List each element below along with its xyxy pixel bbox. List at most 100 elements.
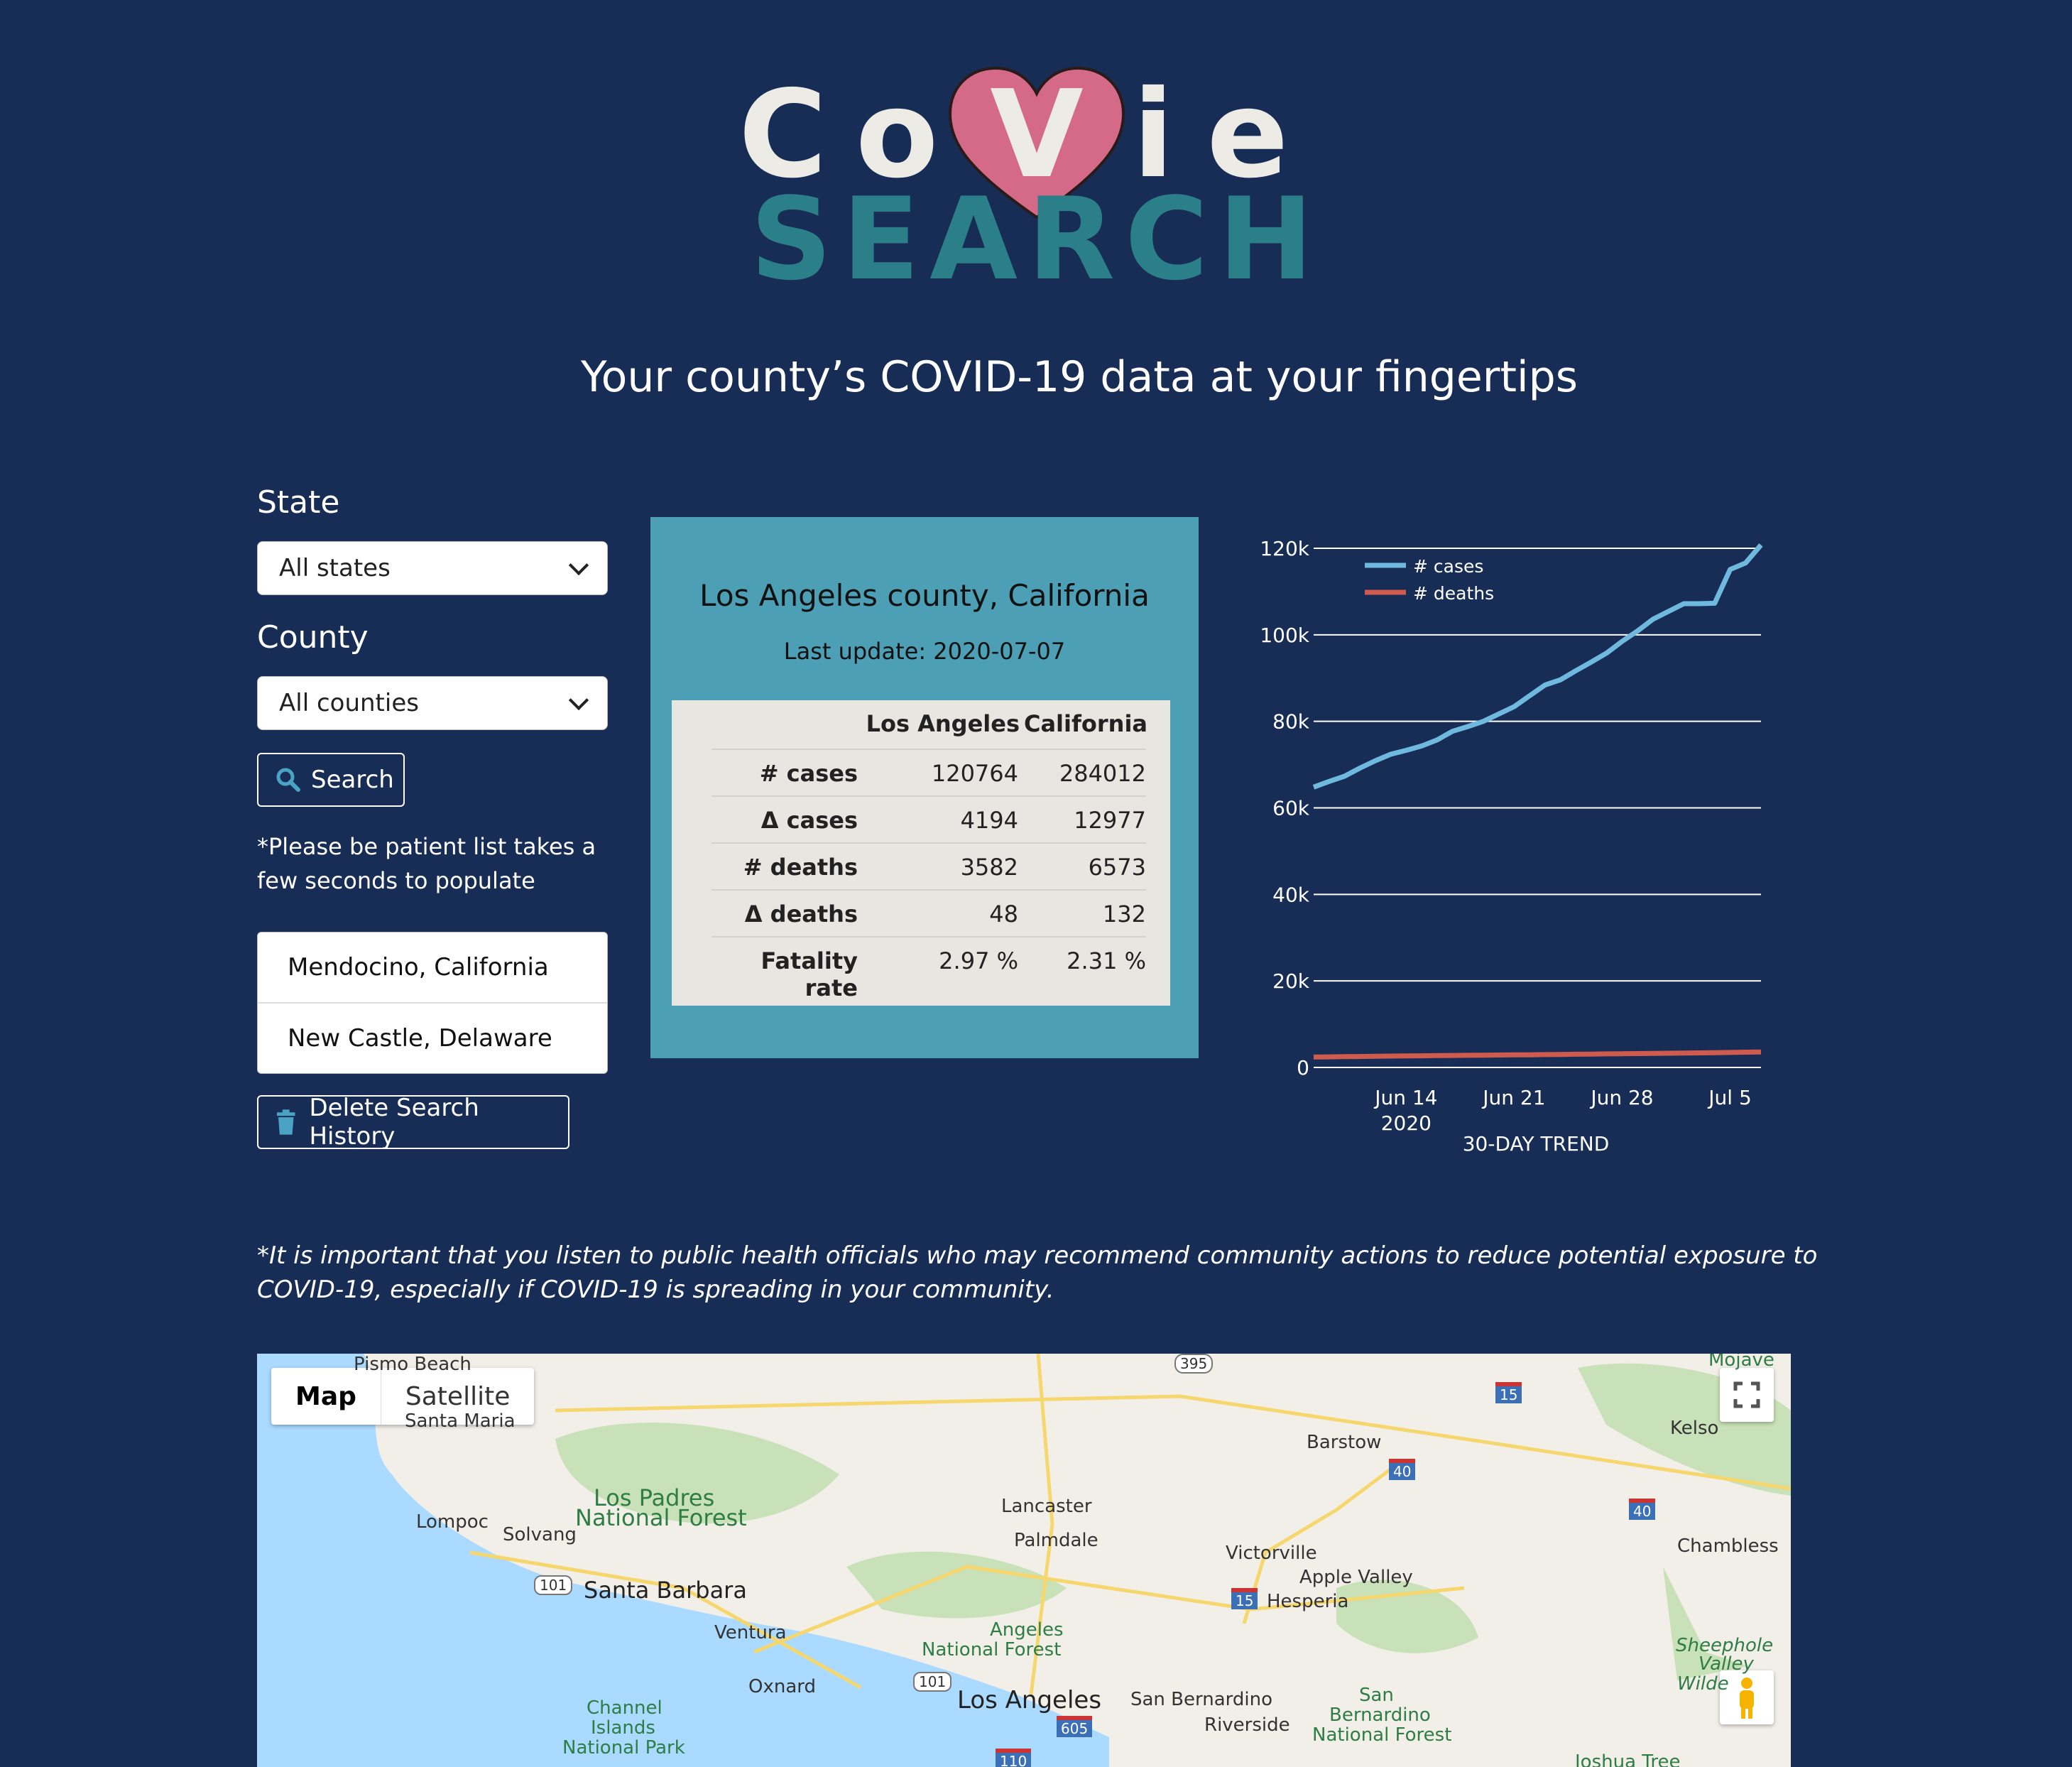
x-tick-label: Jun 21 [1481, 1086, 1545, 1109]
county-info-card: Los Angeles county, California Last upda… [650, 517, 1199, 1058]
county-value: 3582 [960, 854, 1018, 881]
map-label: Lancaster [1001, 1496, 1092, 1517]
state-value: 12977 [1074, 807, 1146, 834]
county-value: 2.97 % [939, 947, 1018, 974]
map-label: Barstow [1307, 1432, 1382, 1453]
map-label: Bernardino [1329, 1705, 1431, 1726]
state-value: 2.31 % [1067, 947, 1146, 974]
map-label: Pismo Beach [354, 1354, 471, 1375]
highway-shield: 101 [534, 1575, 573, 1595]
y-tick-label: 100k [1260, 624, 1309, 647]
state-select[interactable]: All states [257, 541, 608, 595]
row-label: Δ cases [760, 807, 858, 834]
map-label: Santa Barbara [584, 1577, 747, 1604]
row-label: # deaths [743, 854, 858, 881]
map-label: Chambless [1677, 1535, 1779, 1557]
x-tick-sublabel: 2020 [1381, 1111, 1432, 1135]
highway-shield: 605 [1057, 1716, 1093, 1737]
search-button-label: Search [311, 766, 394, 794]
map-label: Channel [587, 1697, 663, 1719]
state-select-value: All states [279, 554, 391, 582]
row-label: Δ deaths [744, 901, 858, 928]
map-label: Santa Maria [405, 1410, 516, 1432]
county-label: County [257, 619, 369, 656]
y-tick-label: 60k [1272, 797, 1310, 820]
chevron-down-icon [568, 690, 589, 711]
column-header-state: California [1023, 710, 1147, 737]
highway-shield: 40 [1629, 1499, 1656, 1520]
highway-shield: 15 [1495, 1382, 1522, 1403]
table-row: Δ cases 4194 12977 [711, 795, 1146, 844]
map-label: Mojave [1708, 1354, 1774, 1371]
map-label: Los Angeles [957, 1686, 1102, 1714]
history-item[interactable]: Mendocino, California [258, 933, 607, 1002]
highway-shield: 101 [913, 1672, 952, 1692]
y-tick-label: 120k [1260, 537, 1309, 560]
search-button[interactable]: Search [257, 753, 405, 807]
y-tick-label: 40k [1272, 883, 1310, 906]
map-label: San [1359, 1685, 1394, 1706]
map-label: National Park [562, 1737, 685, 1758]
trend-chart-svg: 0 20k 40k 60k 80k 100k 120k Jun 142020 Jun 21 Ju… [1260, 537, 1763, 1156]
county-value: 48 [989, 901, 1018, 928]
chart-title: 30-DAY TREND [1463, 1132, 1610, 1156]
map-label: Joshua Tree [1575, 1751, 1681, 1767]
y-tick-label: 20k [1272, 969, 1310, 993]
y-tick-label: 80k [1272, 710, 1310, 734]
row-label: Fatality rate [760, 947, 858, 1001]
last-update: Last update: 2020-07-07 [783, 638, 1066, 665]
legend-label-deaths: # deaths [1413, 583, 1494, 604]
map-label: Islands [591, 1717, 655, 1739]
map-label: Victorville [1226, 1543, 1317, 1564]
search-icon [276, 768, 300, 792]
state-value: 284012 [1059, 760, 1146, 787]
trash-icon [276, 1109, 295, 1135]
fullscreen-icon [1733, 1381, 1760, 1408]
map-label: Valley [1699, 1653, 1754, 1675]
table-row: # deaths 3582 6573 [711, 842, 1146, 891]
highway-shield: 40 [1389, 1459, 1416, 1480]
map-label: Kelso [1670, 1418, 1719, 1439]
map-label: Solvang [503, 1524, 577, 1545]
map-label: Palmdale [1014, 1530, 1098, 1551]
highway-shield: 395 [1174, 1354, 1214, 1374]
map-label: Apple Valley [1299, 1567, 1413, 1588]
table-row: # cases 120764 284012 [711, 749, 1146, 797]
search-history-list: Mendocino, California New Castle, Delawa… [257, 932, 608, 1074]
map-label: Ventura [714, 1622, 787, 1643]
column-header-county: Los Angeles [866, 710, 1020, 737]
county-select-value: All counties [279, 689, 419, 717]
map-tab[interactable]: Map [271, 1368, 381, 1425]
map-label: National Forest [575, 1504, 747, 1531]
series-line-deaths [1313, 1049, 1762, 1060]
delete-history-label: Delete Search History [309, 1094, 479, 1151]
row-label: # cases [759, 760, 858, 787]
trend-chart: 0 20k 40k 60k 80k 100k 120k Jun 14 2020 Jun 21 Ju… [1250, 526, 1775, 1168]
county-value: 120764 [931, 760, 1018, 787]
history-item[interactable]: New Castle, Delaware [258, 1002, 607, 1073]
fullscreen-button[interactable] [1720, 1368, 1774, 1422]
map-label: National Forest [922, 1639, 1062, 1660]
patience-note: *Please be patient list takes a few seco… [257, 833, 596, 894]
map-label: Riverside [1204, 1714, 1290, 1736]
x-tick-label: Jun 28 [1589, 1086, 1653, 1109]
covie-search-logo: Co V ie SEARCH [724, 28, 1349, 305]
map-label: Oxnard [748, 1676, 816, 1697]
stats-table: Los Angeles California # cases 120764 28… [672, 700, 1170, 1006]
card-title: Los Angeles county, California [699, 578, 1150, 613]
county-select[interactable]: All counties [257, 676, 608, 730]
state-label: State [257, 484, 340, 521]
map-label: Angeles [990, 1619, 1064, 1641]
disclaimer: *It is important that you listen to publ… [257, 1241, 1818, 1304]
x-tick-label: Jul 5 [1707, 1086, 1752, 1109]
state-value: 132 [1102, 901, 1146, 928]
delete-history-button[interactable]: Delete Search History [257, 1094, 569, 1151]
map-label: San Bernardino [1130, 1689, 1273, 1710]
county-map[interactable]: Map Satellite Pismo Beach Santa Maria Lo… [257, 1354, 1791, 1767]
highway-shield: 15 [1231, 1588, 1258, 1609]
legend-label-cases: # cases [1413, 556, 1483, 577]
chevron-down-icon [568, 555, 589, 576]
y-tick-label: 0 [1297, 1056, 1309, 1080]
map-label: Wilde [1677, 1673, 1729, 1695]
series-line-cases [1312, 543, 1763, 790]
